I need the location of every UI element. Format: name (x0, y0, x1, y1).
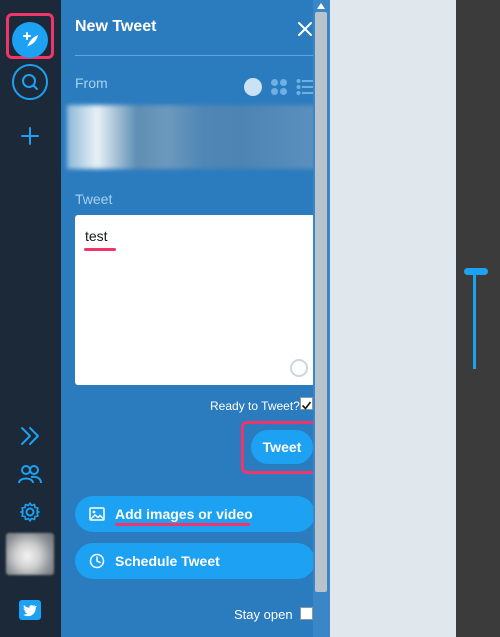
add-column-button[interactable] (12, 118, 48, 154)
add-media-button[interactable]: Add images or video (75, 496, 315, 532)
close-button[interactable] (295, 19, 315, 39)
add-column-icon (21, 127, 39, 145)
grid-view-toggle[interactable] (270, 78, 288, 96)
grid-icon (271, 79, 287, 95)
panel-title: New Tweet (75, 18, 157, 35)
media-highlight-underline (115, 523, 250, 526)
accounts-button[interactable] (12, 456, 48, 492)
image-icon (89, 506, 105, 522)
search-icon (22, 74, 38, 90)
schedule-tweet-button[interactable]: Schedule Tweet (75, 543, 315, 579)
character-count-ring (290, 359, 308, 377)
settings-button[interactable] (12, 494, 48, 530)
dark-background (456, 0, 500, 637)
scroll-thumb[interactable] (315, 12, 327, 592)
tweet-textarea[interactable]: test (75, 215, 315, 385)
stay-open-checkbox[interactable] (300, 607, 313, 620)
close-icon (298, 22, 312, 36)
ready-to-tweet-label: Ready to Tweet? (210, 399, 300, 413)
compose-icon (23, 32, 38, 48)
column-area (330, 0, 456, 637)
schedule-tweet-label: Schedule Tweet (115, 553, 220, 569)
ready-to-tweet-checkbox[interactable] (300, 397, 313, 410)
avatar[interactable] (6, 533, 54, 575)
add-media-label: Add images or video (115, 506, 253, 522)
text-highlight-underline (84, 248, 116, 251)
twitter-icon (19, 600, 41, 620)
list-view-toggle[interactable] (296, 78, 314, 96)
vertical-slider-track[interactable] (473, 271, 476, 369)
from-label: From (75, 75, 108, 91)
clock-icon (89, 553, 105, 569)
tweet-button[interactable]: Tweet (251, 430, 313, 464)
tweet-label: Tweet (75, 191, 113, 207)
single-account-view-toggle[interactable] (244, 78, 262, 96)
expand-icon (21, 427, 39, 445)
app-sidebar (0, 0, 61, 637)
vertical-slider-handle[interactable] (464, 268, 488, 275)
stay-open-label: Stay open (234, 607, 293, 622)
twitter-home-button[interactable] (12, 592, 48, 628)
list-icon (296, 79, 314, 95)
divider (75, 55, 315, 56)
checkmark-icon (301, 401, 312, 410)
scroll-up-arrow[interactable] (317, 3, 325, 9)
tweet-text: test (85, 228, 108, 244)
compose-panel: New Tweet From Tweet test Ready to Tweet… (61, 0, 330, 637)
expand-button[interactable] (12, 418, 48, 454)
search-button[interactable] (12, 64, 48, 100)
compose-button[interactable] (12, 22, 48, 58)
gear-icon (20, 502, 40, 522)
people-icon (18, 465, 42, 484)
account-selector[interactable] (67, 105, 316, 169)
